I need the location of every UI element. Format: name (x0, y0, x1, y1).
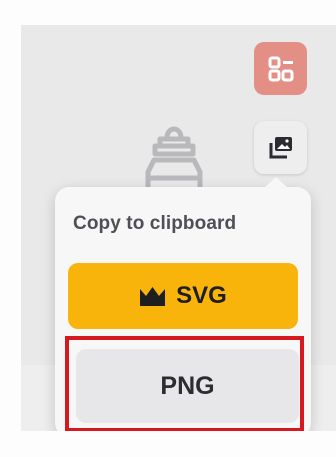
popover-title: Copy to clipboard (73, 213, 237, 234)
svg-button-label: SVG (176, 282, 227, 309)
page-bottom-margin (0, 431, 336, 457)
copy-svg-button[interactable]: SVG (68, 263, 298, 329)
layout-grid-icon (268, 56, 293, 81)
image-copy-icon (269, 136, 292, 158)
crown-icon (140, 287, 166, 306)
copy-png-button[interactable]: PNG (76, 349, 299, 423)
popover-arrow (264, 177, 288, 188)
png-button-label: PNG (160, 371, 215, 400)
layout-toggle-button[interactable] (254, 42, 307, 95)
copy-image-button[interactable] (254, 121, 307, 174)
